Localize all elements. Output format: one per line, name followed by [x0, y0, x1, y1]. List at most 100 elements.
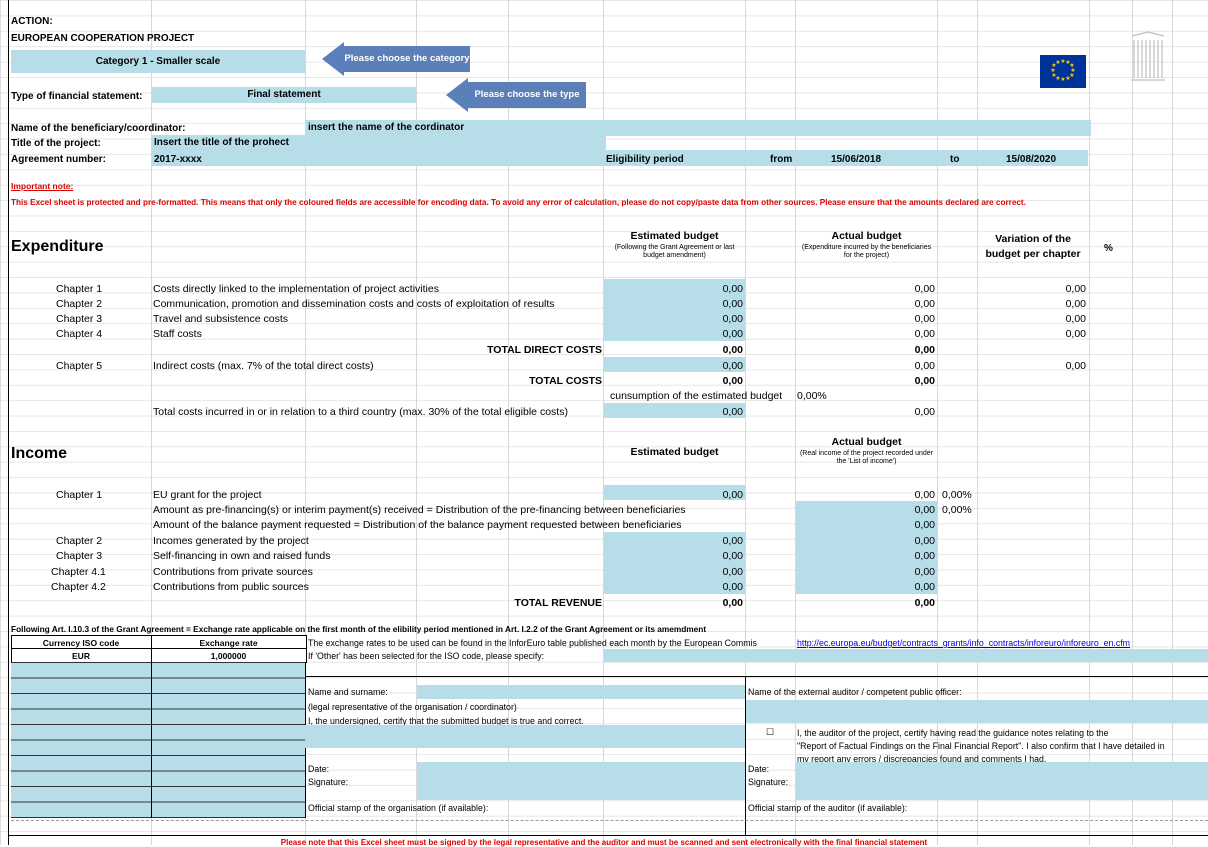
beneficiary-label: Name of the beneficiary/coordinator:	[11, 123, 186, 134]
auditor-checkbox[interactable]: ☐	[766, 727, 774, 738]
exp-chapter-5: Chapter 5	[56, 360, 103, 372]
inc-pct-1: 0,00%	[942, 489, 972, 501]
total-direct-est: 0,00	[722, 344, 743, 356]
category-select[interactable]: Category 1 - Smaller scale	[11, 50, 305, 73]
inc-actual-subheader: (Real income of the project recorded und…	[799, 450, 934, 465]
category-arrow-label: Please choose the category	[344, 46, 470, 72]
prefinancing-pct: 0,00%	[942, 504, 972, 516]
from-date-input[interactable]: 15/06/2018	[831, 154, 881, 165]
exp-est-4[interactable]: 0,00	[604, 328, 743, 340]
auditor-name-input[interactable]	[746, 700, 1208, 723]
exp-est-2[interactable]: 0,00	[604, 298, 743, 310]
total-costs-est: 0,00	[722, 375, 743, 387]
inc-actual-header: Actual budget	[831, 436, 902, 448]
exp-est-3[interactable]: 0,00	[604, 313, 743, 325]
third-country-est[interactable]: 0,00	[604, 406, 743, 418]
balance-act[interactable]: 0,00	[796, 519, 935, 531]
prefinancing-act[interactable]: 0,00	[796, 504, 935, 516]
beneficiary-input[interactable]: insert the name of the cordinator	[305, 120, 1091, 136]
other-iso-input[interactable]	[604, 649, 1208, 662]
percent-header: %	[1104, 243, 1113, 254]
total-revenue-est: 0,00	[722, 597, 743, 609]
exp-est-5[interactable]: 0,00	[604, 360, 743, 372]
exchange-table-row-divider	[11, 648, 306, 649]
auditor-stamp-label: Official stamp of the auditor (if availa…	[748, 803, 908, 813]
eu-flag-icon: ★ ★ ★ ★ ★ ★ ★ ★ ★ ★ ★ ★	[1040, 55, 1086, 88]
auditor-date-label: Date:	[748, 764, 770, 774]
inc-chapter-1: Chapter 1	[56, 489, 103, 501]
agreement-label: Agreement number:	[11, 154, 107, 165]
exp-desc-5: Indirect costs (max. 7% of the total dir…	[153, 360, 374, 372]
third-country-act: 0,00	[914, 406, 935, 418]
name-surname-input[interactable]	[417, 685, 745, 699]
inc-chapter-4-2: Chapter 4.2	[51, 581, 106, 593]
auditor-signature-label: Signature:	[748, 777, 789, 787]
inc-est-1[interactable]: 0,00	[604, 489, 743, 501]
inc-chapter-2: Chapter 2	[56, 535, 103, 547]
consumption-value: 0,00%	[797, 390, 827, 402]
inc-est-4-2[interactable]: 0,00	[604, 581, 743, 593]
signature-box-top	[305, 676, 1208, 677]
exp-var-2: 0,00	[1065, 298, 1086, 310]
other-iso-label: If 'Other' has been selected for the ISO…	[308, 651, 545, 661]
exp-var-3: 0,00	[1065, 313, 1086, 325]
inc-est-2[interactable]: 0,00	[604, 535, 743, 547]
european-commission-logo	[1128, 30, 1168, 88]
inc-act-4-2[interactable]: 0,00	[796, 581, 935, 593]
exp-act-4: 0,00	[914, 328, 935, 340]
inc-act-1: 0,00	[914, 489, 935, 501]
date-label: Date:	[308, 764, 330, 774]
exp-estimated-subheader: (Following the Grant Agreement or last b…	[614, 244, 735, 259]
signature-label: Signature:	[308, 777, 349, 787]
to-label: to	[950, 154, 960, 165]
svg-text:★: ★	[1065, 75, 1070, 82]
sheet-left-border	[8, 0, 9, 845]
certify-input[interactable]	[305, 725, 745, 748]
type-select[interactable]: Final statement	[152, 87, 416, 103]
consumption-label: cunsumption of the estimated budget	[610, 390, 783, 402]
signature-input[interactable]	[417, 762, 745, 800]
project-title-input[interactable]: Insert the title of the prohect	[152, 135, 606, 151]
prefinancing-label: Amount as pre-financing(s) or interim pa…	[153, 504, 686, 516]
inc-est-4-1[interactable]: 0,00	[604, 566, 743, 578]
auditor-name-label: Name of the external auditor / competent…	[748, 687, 962, 697]
exp-estimated-header: Estimated budget	[630, 230, 719, 242]
exchange-rate-input[interactable]: 1,000000	[152, 651, 305, 661]
inc-act-2[interactable]: 0,00	[796, 535, 935, 547]
type-label: Type of financial statement:	[11, 91, 143, 102]
total-direct-act: 0,00	[914, 344, 935, 356]
footer-note: Please note that this Excel sheet must b…	[280, 838, 928, 847]
exp-var-4: 0,00	[1065, 328, 1086, 340]
rate-header: Exchange rate	[199, 638, 258, 648]
signature-box-bottom	[8, 835, 1208, 836]
exp-desc-4: Staff costs	[153, 328, 202, 340]
inc-act-3[interactable]: 0,00	[796, 550, 935, 562]
currency-header: Currency ISO code	[42, 638, 120, 648]
type-arrow: Please choose the type	[446, 78, 586, 112]
currency-code-extra-rows[interactable]	[11, 662, 151, 818]
inc-act-4-1[interactable]: 0,00	[796, 566, 935, 578]
auditor-signature-input[interactable]	[796, 762, 1208, 800]
exp-chapter-1: Chapter 1	[56, 283, 103, 295]
exp-chapter-3: Chapter 3	[56, 313, 103, 325]
svg-text:★: ★	[1055, 59, 1060, 66]
svg-text:★: ★	[1060, 76, 1065, 83]
to-date-input[interactable]: 15/08/2020	[1006, 154, 1056, 165]
inc-desc-1: EU grant for the project	[153, 489, 262, 501]
inc-est-3[interactable]: 0,00	[604, 550, 743, 562]
exp-chapter-4: Chapter 4	[56, 328, 103, 340]
agreement-input[interactable]: 2017-xxxx	[154, 154, 202, 165]
total-revenue-act: 0,00	[914, 597, 935, 609]
inforeuro-link[interactable]: http://ec.europa.eu/budget/contracts_gra…	[797, 638, 1130, 648]
exp-desc-2: Communication, promotion and disseminati…	[153, 298, 555, 310]
left-column-divider	[151, 662, 152, 818]
stamp-label: Official stamp of the organisation (if a…	[308, 803, 489, 813]
auditor-cert-line-1: I, the auditor of the project, certify h…	[797, 728, 1109, 738]
income-heading: Income	[11, 445, 68, 462]
exp-est-1[interactable]: 0,00	[604, 283, 743, 295]
variation-header: Variation of the budget per chapter	[985, 233, 1081, 260]
exp-var-5: 0,00	[1065, 360, 1086, 372]
currency-code-select[interactable]: EUR	[11, 651, 151, 661]
exchange-rate-extra-rows[interactable]	[152, 662, 305, 818]
action-label: ACTION:	[11, 16, 53, 27]
